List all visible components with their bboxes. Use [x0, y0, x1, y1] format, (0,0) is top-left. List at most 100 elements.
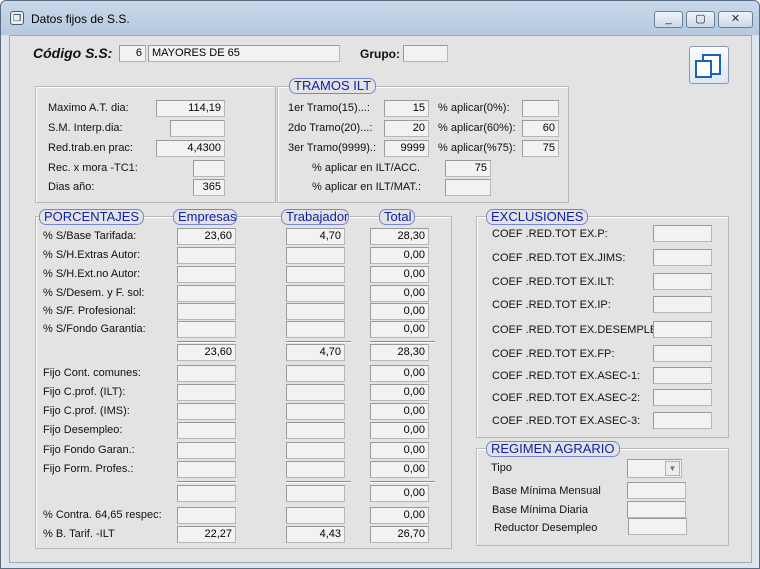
exclusion-field[interactable]	[653, 296, 712, 313]
codigo-desc-field[interactable]: MAYORES DE 65	[148, 45, 340, 62]
codigo-field[interactable]: 6	[119, 45, 146, 62]
fijo-empresas-field[interactable]	[177, 422, 236, 439]
tramo2-field[interactable]: 20	[384, 120, 429, 137]
empresas-field[interactable]	[177, 247, 236, 264]
fijo-trabajador-field[interactable]	[286, 461, 345, 478]
copy-button[interactable]	[689, 46, 729, 84]
trabajador-field[interactable]	[286, 303, 345, 320]
tipo-label: Tipo	[491, 462, 512, 474]
exclusion-field[interactable]	[653, 412, 712, 429]
fijo-trabajador-field[interactable]	[286, 422, 345, 439]
empresas-field[interactable]	[177, 321, 236, 338]
form-area: Código S.S: 6 MAYORES DE 65 Grupo: Maxim…	[9, 35, 752, 563]
doc-icon: ❐	[10, 11, 24, 25]
exclusion-label: COEF .RED.TOT EX.IP:	[492, 299, 611, 311]
exclusion-field[interactable]	[653, 321, 712, 338]
fijo-empresas-field[interactable]	[177, 461, 236, 478]
subtotal2-empresas	[177, 485, 236, 502]
pct75-label: % aplicar(%75):	[438, 142, 516, 154]
subtotal-separator	[177, 481, 236, 483]
exclusion-label: COEF .RED.TOT EX.ILT:	[492, 276, 615, 288]
maximo-at-field[interactable]: 114,19	[156, 100, 225, 117]
pct0-label: % aplicar(0%):	[438, 102, 510, 114]
contra-trabajador-field[interactable]	[286, 507, 345, 524]
fijo-trabajador-field[interactable]	[286, 403, 345, 420]
rec-mora-field[interactable]	[193, 160, 225, 177]
dias-ano-field[interactable]: 365	[193, 179, 225, 196]
empresas-field[interactable]	[177, 303, 236, 320]
sm-interp-label: S.M. Interp.dia:	[48, 122, 123, 134]
regimen-title: REGIMEN AGRARIO	[486, 441, 620, 457]
total-field: 0,00	[370, 266, 429, 283]
row-label: % S/H.Ext.no Autor:	[43, 268, 141, 280]
subtotal-trabajador: 4,70	[286, 344, 345, 361]
exclusion-field[interactable]	[653, 367, 712, 384]
subtotal-total: 28,30	[370, 344, 429, 361]
maximo-at-label: Maximo A.T. dia:	[48, 102, 129, 114]
reductor-field[interactable]	[628, 518, 687, 535]
trabajador-field[interactable]: 4,70	[286, 228, 345, 245]
trabajador-field[interactable]	[286, 321, 345, 338]
base-mensual-field[interactable]	[627, 482, 686, 499]
fijo-trabajador-field[interactable]	[286, 384, 345, 401]
sm-interp-field[interactable]	[170, 120, 225, 137]
dias-ano-label: Dias año:	[48, 181, 95, 193]
subtotal-separator	[286, 341, 351, 343]
empresas-field[interactable]: 23,60	[177, 228, 236, 245]
red-trab-field[interactable]: 4,4300	[156, 140, 225, 157]
contra-empresas-field[interactable]	[177, 507, 236, 524]
exclusion-field[interactable]	[653, 273, 712, 290]
pct75-field[interactable]: 75	[522, 140, 559, 157]
maximize-button[interactable]: ▢	[686, 11, 715, 28]
fijo-label: Fijo Form. Profes.:	[43, 463, 134, 475]
close-button[interactable]: ✕	[718, 11, 753, 28]
exclusion-field[interactable]	[653, 249, 712, 266]
exclusion-label: COEF .RED.TOT EX.ASEC-2:	[492, 392, 641, 404]
exclusion-field[interactable]	[653, 389, 712, 406]
tipo-select[interactable]: ▼	[627, 459, 682, 478]
empresas-field[interactable]	[177, 285, 236, 302]
subtotal2-trabajador	[286, 485, 345, 502]
base-diaria-field[interactable]	[627, 501, 686, 518]
tramo3-field[interactable]: 9999	[384, 140, 429, 157]
btarif-trabajador-field[interactable]: 4,43	[286, 526, 345, 543]
fijo-empresas-field[interactable]	[177, 384, 236, 401]
minimize-button[interactable]: _	[654, 11, 683, 28]
exclusion-field[interactable]	[653, 225, 712, 242]
reductor-label: Reductor Desempleo	[494, 522, 598, 534]
fijo-label: Fijo Fondo Garan.:	[43, 444, 135, 456]
total-field: 0,00	[370, 247, 429, 264]
total-field: 0,00	[370, 285, 429, 302]
trabajador-field[interactable]	[286, 285, 345, 302]
exclusion-label: COEF .RED.TOT EX.DESEMPLEO:	[492, 324, 669, 336]
fijo-trabajador-field[interactable]	[286, 442, 345, 459]
fijo-empresas-field[interactable]	[177, 403, 236, 420]
ilt-mat-field[interactable]	[445, 179, 491, 196]
exclusion-field[interactable]	[653, 345, 712, 362]
grupo-field[interactable]	[403, 45, 448, 62]
window-title: Datos fijos de S.S.	[31, 12, 130, 26]
ilt-acc-field[interactable]: 75	[445, 160, 491, 177]
chevron-down-icon[interactable]: ▼	[665, 461, 680, 476]
row-label: % S/Desem. y F. sol:	[43, 287, 145, 299]
trabajador-field[interactable]	[286, 266, 345, 283]
maximize-icon: ▢	[695, 13, 706, 25]
fijo-empresas-field[interactable]	[177, 365, 236, 382]
porcentajes-title: PORCENTAJES	[39, 209, 145, 225]
subtotal2-total: 0,00	[370, 485, 429, 502]
copy-icon	[695, 54, 721, 78]
subtotal-empresas: 23,60	[177, 344, 236, 361]
total-field: 0,00	[370, 321, 429, 338]
pct60-field[interactable]: 60	[522, 120, 559, 137]
btarif-empresas-field[interactable]: 22,27	[177, 526, 236, 543]
fijo-empresas-field[interactable]	[177, 442, 236, 459]
col-trabajador-header: Trabajador	[281, 209, 349, 225]
empresas-field[interactable]	[177, 266, 236, 283]
fijo-label: Fijo C.prof. (ILT):	[43, 386, 126, 398]
fijo-trabajador-field[interactable]	[286, 365, 345, 382]
tramo1-field[interactable]: 15	[384, 100, 429, 117]
trabajador-field[interactable]	[286, 247, 345, 264]
pct0-field[interactable]	[522, 100, 559, 117]
exclusiones-title: EXCLUSIONES	[486, 209, 589, 225]
title-bar[interactable]: ❐ Datos fijos de S.S. _ ▢ ✕	[1, 1, 759, 35]
